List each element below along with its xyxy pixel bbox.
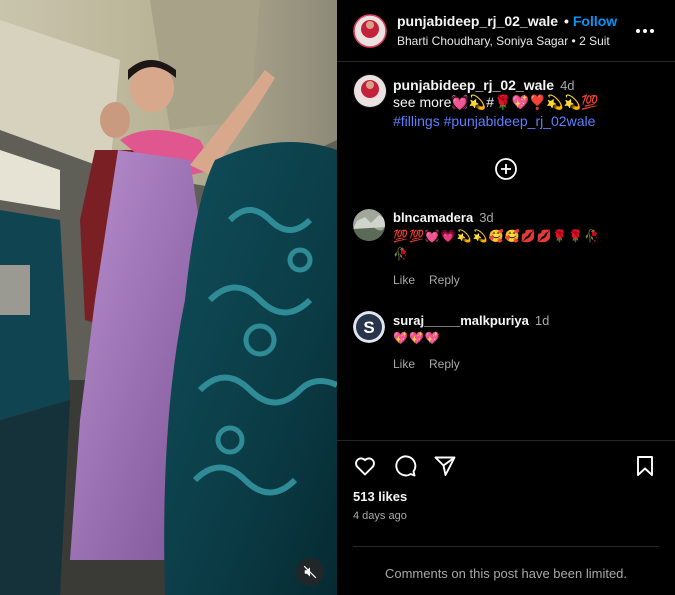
comment-text: 💯💯💓💗💫💫🥰🥰💋💋🌹🌹🥀 xyxy=(393,229,601,243)
comment-like-button[interactable]: Like xyxy=(393,273,415,287)
post-media[interactable] xyxy=(0,0,337,595)
comment-reply-button[interactable]: Reply xyxy=(429,273,460,287)
plus-circle-icon xyxy=(495,158,517,180)
comment-actions: Like Reply xyxy=(393,357,474,371)
caption-author[interactable]: punjabideep_rj_02_wale xyxy=(393,77,554,93)
comment-actions: Like Reply xyxy=(393,273,474,287)
author-line: punjabideep_rj_02_wale • Follow xyxy=(397,13,617,29)
comment-text: 💖💖💖 xyxy=(393,331,441,345)
post-sidebar: punjabideep_rj_02_wale • Follow Bharti Ch… xyxy=(337,0,675,595)
comment-icon[interactable] xyxy=(393,454,419,480)
load-more-comments-button[interactable] xyxy=(494,157,518,181)
divider xyxy=(337,440,675,441)
share-icon[interactable] xyxy=(433,454,459,480)
comment-author[interactable]: suraj_____malkpuriya xyxy=(393,313,529,328)
caption-avatar[interactable] xyxy=(353,74,387,108)
caption-author-line: punjabideep_rj_02_wale 4d xyxy=(393,77,575,93)
divider xyxy=(353,546,659,547)
comment-text-continued: 🥀 xyxy=(393,247,408,261)
separator-dot: • xyxy=(560,13,569,29)
comment-time[interactable]: 1d xyxy=(535,313,549,328)
svg-text:S: S xyxy=(363,318,374,337)
comment-author[interactable]: blncamadera xyxy=(393,210,473,225)
collaborators-line[interactable]: Bharti Choudhary, Soniya Sagar • 2 Suit xyxy=(397,34,610,48)
video-frame-image xyxy=(0,0,337,595)
comment-author-line: suraj_____malkpuriya 1d xyxy=(393,313,549,328)
post-timestamp[interactable]: 4 days ago xyxy=(353,510,407,522)
follow-button[interactable]: Follow xyxy=(573,13,617,29)
commenter-avatar[interactable] xyxy=(353,209,385,241)
author-username[interactable]: punjabideep_rj_02_wale xyxy=(397,13,558,29)
caption-text: see more💓💫#🌹💖❣️💫💫💯 xyxy=(393,94,599,110)
commenter-avatar[interactable]: S xyxy=(353,311,385,343)
mute-icon xyxy=(303,565,317,579)
heart-icon[interactable] xyxy=(353,454,379,480)
comments-limited-notice: Comments on this post have been limited. xyxy=(384,566,628,581)
caption-time[interactable]: 4d xyxy=(560,78,574,93)
mute-button[interactable] xyxy=(296,558,324,586)
post-header: punjabideep_rj_02_wale • Follow Bharti Ch… xyxy=(337,0,675,62)
caption-hashtags[interactable]: #fillings #punjabideep_rj_02wale xyxy=(393,113,595,129)
comment-author-line: blncamadera 3d xyxy=(393,210,494,225)
author-avatar[interactable] xyxy=(353,14,387,48)
bookmark-icon[interactable] xyxy=(633,454,659,480)
likes-count[interactable]: 513 likes xyxy=(353,489,407,504)
comment-like-button[interactable]: Like xyxy=(393,357,415,371)
comment-reply-button[interactable]: Reply xyxy=(429,357,460,371)
post-actions xyxy=(351,454,661,482)
comment-time[interactable]: 3d xyxy=(479,210,493,225)
more-options-icon[interactable] xyxy=(635,21,655,41)
